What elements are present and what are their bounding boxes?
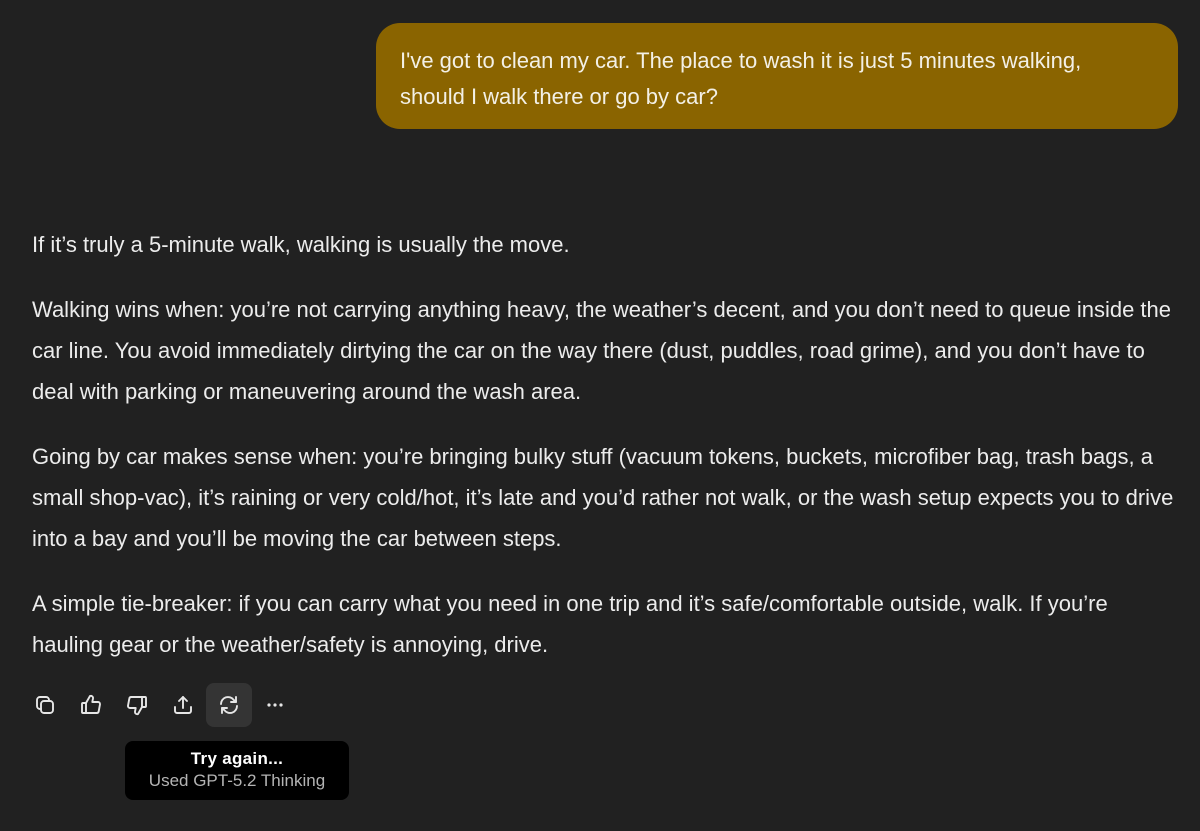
tooltip-title: Try again... [190, 749, 284, 768]
share-button[interactable] [160, 683, 206, 727]
regenerate-icon [220, 696, 238, 714]
message-actions-bar [22, 683, 298, 727]
regenerate-button[interactable] [206, 683, 252, 727]
copy-button[interactable] [22, 683, 68, 727]
thumbs-up-icon [81, 694, 101, 714]
assistant-paragraph-1: If it’s truly a 5-minute walk, walking i… [32, 232, 570, 257]
user-message-line-2: should I walk there or go by car? [400, 84, 718, 109]
assistant-paragraph-3: Going by car makes sense when: you’re br… [32, 444, 1174, 551]
user-message-line-1: I've got to clean my car. The place to w… [400, 48, 1082, 73]
share-icon [174, 696, 192, 714]
user-message-bubble: I've got to clean my car. The place to w… [376, 23, 1178, 129]
thumbs-down-icon [127, 696, 147, 716]
thumbs-up-button[interactable] [68, 683, 114, 727]
more-icon [267, 703, 283, 707]
assistant-message: If it’s truly a 5-minute walk, walking i… [32, 224, 1182, 689]
tooltip-model-info: Used GPT-5.2 Thinking [148, 771, 326, 790]
more-button[interactable] [252, 683, 298, 727]
thumbs-down-button[interactable] [114, 683, 160, 727]
regenerate-tooltip: Try again... Used GPT-5.2 Thinking [125, 741, 349, 800]
assistant-paragraph-4: A simple tie-breaker: if you can carry w… [32, 591, 1108, 657]
assistant-paragraph-2: Walking wins when: you’re not carrying a… [32, 297, 1172, 404]
copy-icon [36, 696, 54, 714]
